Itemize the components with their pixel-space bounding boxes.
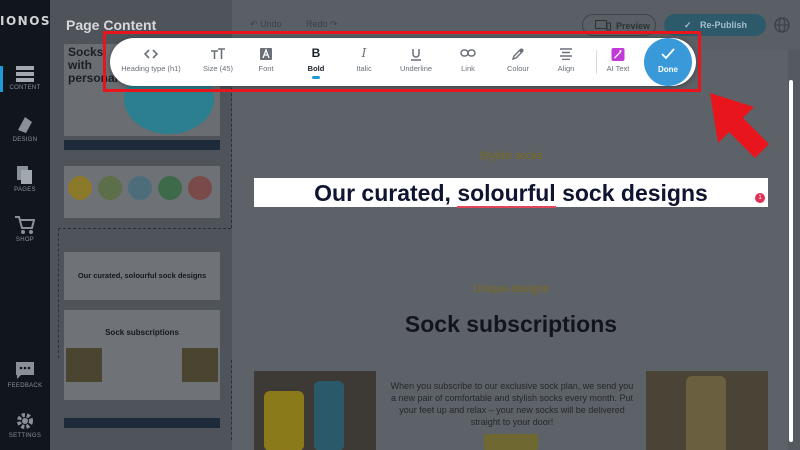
thumbnail-curated[interactable]: Our curated, solourful sock designs [64, 252, 220, 300]
thumbnail-nav-strip[interactable] [64, 140, 220, 150]
republish-label: Re-Publish [700, 20, 748, 30]
ionos-logo: IONOS [0, 14, 52, 28]
drop-zone-line [58, 228, 231, 229]
chat-icon [16, 362, 34, 379]
design-icon [18, 117, 32, 133]
globe-icon[interactable] [774, 17, 790, 33]
redo-icon: ↷ [330, 19, 338, 29]
undo-label: Undo [260, 19, 282, 29]
rail-item-settings[interactable]: SETTINGS [0, 412, 50, 439]
heading-text-part1: Our curated, [314, 180, 458, 206]
rail-item-pages[interactable]: PAGES [0, 166, 50, 193]
redo-button[interactable]: Redo ↷ [306, 19, 338, 30]
rail-item-feedback[interactable]: FEEDBACK [0, 362, 50, 389]
undo-button[interactable]: ↶ Undo [250, 19, 282, 30]
curated-heading[interactable]: Our curated, solourful sock designs [254, 180, 768, 208]
rail-item-design[interactable]: DESIGN [0, 116, 50, 143]
left-rail: IONOS CONTENT DESIGN PAGES SHOP FEEDBACK… [0, 0, 50, 450]
rail-label-design: DESIGN [12, 137, 38, 143]
misspelled-word[interactable]: solourful [457, 180, 556, 208]
thumbnail-curated-heading: Our curated, solourful sock designs [77, 271, 207, 280]
thumbnail-footer-strip[interactable] [64, 418, 220, 428]
pages-icon [17, 166, 32, 184]
spellcheck-badge[interactable]: 1 [755, 193, 765, 203]
rail-item-shop[interactable]: SHOP [0, 216, 50, 243]
sock-photo-left[interactable] [254, 371, 376, 450]
thumbnail-subscriptions-heading: Sock subscriptions [105, 328, 179, 337]
thumbnail-products[interactable] [64, 166, 220, 218]
cart-icon [15, 216, 35, 234]
rail-item-content[interactable]: CONTENT [0, 66, 50, 91]
heading-text-part2: sock designs [555, 180, 708, 206]
drop-zone-line [58, 228, 59, 358]
highlight-box [103, 31, 701, 92]
rail-label-shop: SHOP [15, 237, 35, 243]
rail-label-content: CONTENT [9, 85, 41, 91]
rail-label-settings: SETTINGS [8, 433, 42, 439]
section-tag-stylish[interactable]: Stylish socks [254, 150, 768, 162]
sock-photo-right[interactable] [646, 371, 768, 450]
preview-label: Preview [616, 21, 651, 31]
subscribe-cta-button[interactable] [484, 434, 538, 450]
undo-icon: ↶ [250, 19, 258, 29]
subscriptions-heading[interactable]: Sock subscriptions [254, 311, 768, 338]
canvas-scrollbar[interactable] [789, 80, 793, 442]
annotation-arrow-icon [710, 93, 769, 158]
check-icon: ✓ [684, 20, 692, 30]
rail-label-feedback: FEEDBACK [7, 383, 43, 389]
section-tag-unique[interactable]: Unique designs [254, 283, 768, 295]
rail-label-pages: PAGES [14, 187, 36, 193]
thumbnail-subscriptions[interactable]: Sock subscriptions [64, 310, 220, 400]
content-icon [16, 66, 34, 82]
subscriptions-body[interactable]: When you subscribe to our exclusive sock… [388, 380, 636, 428]
device-preview-icon [595, 20, 611, 31]
gear-icon [17, 413, 33, 429]
redo-label: Redo [306, 19, 328, 29]
